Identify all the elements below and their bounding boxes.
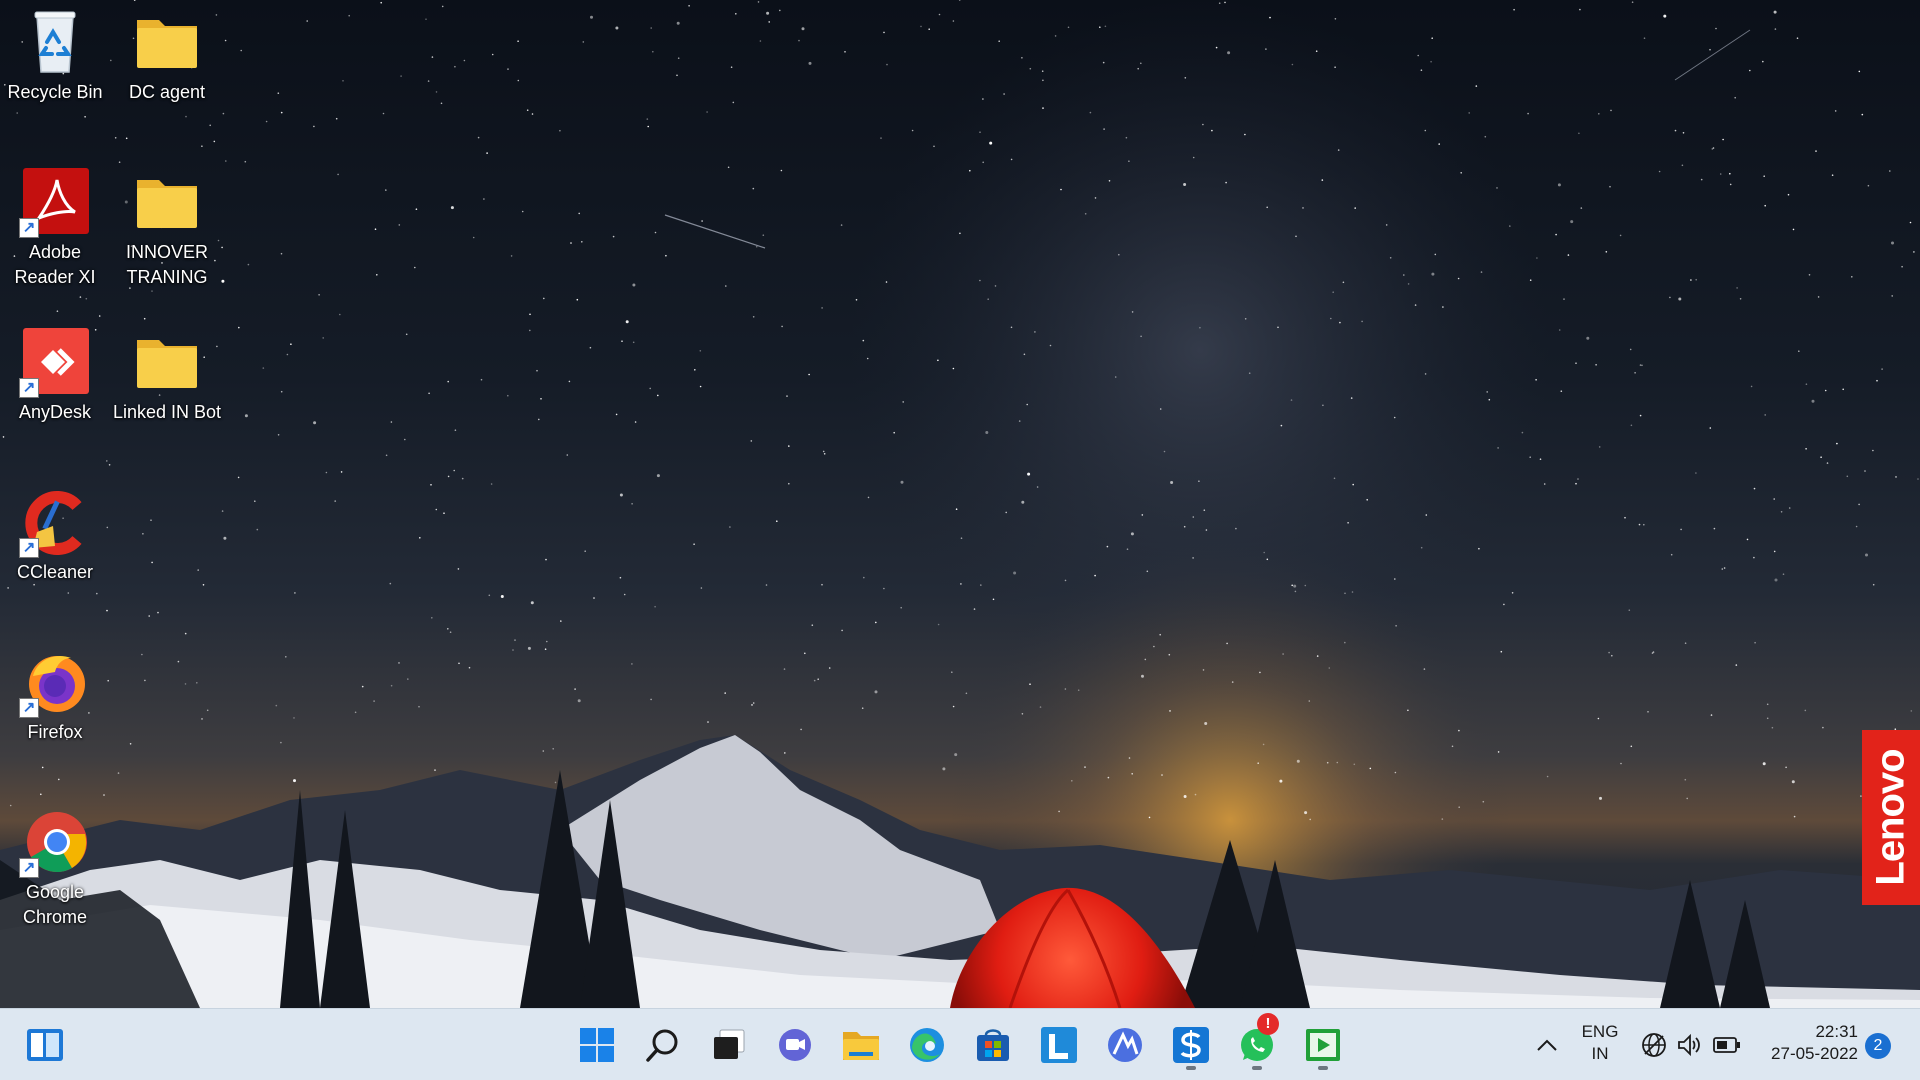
desktop-icon-linked-in-bot[interactable]: Linked IN Bot <box>112 326 222 425</box>
desktop-wallpaper <box>0 0 1920 1008</box>
adobe-reader-icon: ↗ <box>19 166 91 238</box>
task-view-icon <box>714 1029 745 1059</box>
battery-icon <box>1713 1037 1740 1053</box>
teams-chat-icon <box>779 1029 811 1061</box>
folder-icon <box>131 166 203 238</box>
s-app-button[interactable] <box>1165 1019 1217 1071</box>
desktop-icon-label: DC agent <box>128 82 206 102</box>
volume-icon <box>1678 1033 1700 1057</box>
vpn-app-icon <box>1108 1028 1142 1062</box>
show-hidden-icons-button[interactable] <box>1522 1019 1572 1071</box>
lenovo-brand-text: Lenovo <box>1868 749 1913 886</box>
search-icon <box>646 1029 678 1062</box>
shortcut-arrow-icon: ↗ <box>19 698 39 718</box>
desktop-icon-recycle-bin[interactable]: Recycle Bin <box>0 6 110 105</box>
clock[interactable]: 22:31 27-05-2022 <box>1752 1021 1864 1069</box>
desktop-icon-anydesk[interactable]: ↗ AnyDesk <box>0 326 110 425</box>
globe-network-icon <box>1642 1033 1666 1057</box>
store-button[interactable] <box>967 1019 1019 1071</box>
notification-badge: ! <box>1257 1013 1279 1035</box>
language-code: ENG <box>1581 1022 1619 1041</box>
running-indicator <box>1186 1066 1196 1070</box>
desktop-icon-label: CCleaner <box>16 562 94 582</box>
store-icon <box>977 1029 1009 1061</box>
s-app-icon <box>1173 1027 1209 1063</box>
desktop-icon-ccleaner[interactable]: ↗ CCleaner <box>0 486 110 585</box>
taskbar: ! ENG IN 22:31 27-05-2022 2 <box>0 1008 1920 1080</box>
file-explorer-icon <box>843 1032 879 1060</box>
desktop-icon-label: Google Chrome <box>22 882 88 927</box>
recycle-bin-icon <box>19 6 91 78</box>
widgets-button[interactable] <box>19 1019 71 1071</box>
search-button[interactable] <box>637 1019 689 1071</box>
running-indicator <box>1318 1066 1328 1070</box>
clock-date: 27-05-2022 <box>1771 1044 1858 1063</box>
file-explorer-button[interactable] <box>835 1019 887 1071</box>
running-indicator <box>1252 1066 1262 1070</box>
desktop-icon-label: AnyDesk <box>18 402 92 422</box>
desktop-icon-label: Linked IN Bot <box>112 402 222 422</box>
desktop-icon-google-chrome[interactable]: ↗ Google Chrome <box>0 806 110 930</box>
language-region: IN <box>1591 1044 1609 1063</box>
notification-count: 2 <box>1873 1037 1883 1054</box>
start-button[interactable] <box>571 1019 623 1071</box>
whatsapp-button[interactable]: ! <box>1231 1013 1283 1071</box>
media-player-icon <box>1306 1029 1340 1061</box>
firefox-icon: ↗ <box>19 646 91 718</box>
widgets-icon <box>27 1029 63 1061</box>
l-app-icon <box>1041 1027 1077 1063</box>
desktop-icon-label: Recycle Bin <box>7 82 103 102</box>
shortcut-arrow-icon: ↗ <box>19 538 39 558</box>
chevron-up-icon <box>1537 1039 1557 1051</box>
task-view-button[interactable] <box>703 1019 755 1071</box>
desktop-icon-innover-traning[interactable]: INNOVER TRANING <box>112 166 222 290</box>
desktop-icon-dc-agent[interactable]: DC agent <box>112 6 222 105</box>
desktop-icon-firefox[interactable]: ↗ Firefox <box>0 646 110 745</box>
shortcut-arrow-icon: ↗ <box>19 218 39 238</box>
shortcut-arrow-icon: ↗ <box>19 378 39 398</box>
clock-time: 22:31 <box>1815 1022 1858 1041</box>
language-indicator[interactable]: ENG IN <box>1572 1021 1628 1069</box>
edge-button[interactable] <box>901 1019 953 1071</box>
anydesk-icon: ↗ <box>19 326 91 398</box>
folder-icon <box>131 6 203 78</box>
vpn-app-button[interactable] <box>1099 1019 1151 1071</box>
start-icon <box>580 1028 614 1062</box>
notification-badge-text: ! <box>1265 1015 1271 1032</box>
l-app-button[interactable] <box>1033 1019 1085 1071</box>
chrome-icon: ↗ <box>19 806 91 878</box>
teams-chat-button[interactable] <box>769 1019 821 1071</box>
folder-icon <box>131 326 203 398</box>
desktop-icon-label: INNOVER TRANING <box>125 242 208 287</box>
desktop-icon-label: Adobe Reader XI <box>14 242 96 287</box>
lenovo-brand-badge: Lenovo <box>1862 730 1920 905</box>
media-player-button[interactable] <box>1297 1019 1349 1071</box>
edge-icon <box>910 1028 944 1062</box>
ccleaner-icon: ↗ <box>19 486 91 558</box>
notification-center-button[interactable]: 2 <box>1865 1033 1891 1059</box>
shortcut-arrow-icon: ↗ <box>19 858 39 878</box>
quick-settings-button[interactable] <box>1636 1023 1746 1067</box>
desktop-icon-label: Firefox <box>27 722 83 742</box>
desktop-icon-adobe-reader[interactable]: ↗ Adobe Reader XI <box>0 166 110 290</box>
